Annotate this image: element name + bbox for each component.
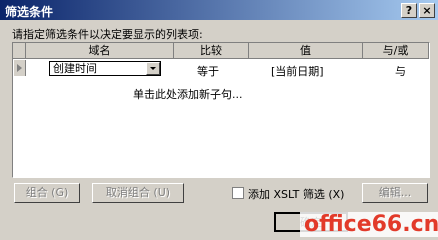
andor-cell[interactable]: 与: [395, 63, 406, 79]
filter-dialog: 筛选条件 ? × 请指定筛选条件以决定要显示的列表项: 域名 比较 值 与/或 …: [0, 0, 438, 240]
field-combo[interactable]: 创建时间: [49, 61, 161, 76]
dialog-title: 筛选条件: [5, 5, 54, 19]
condition-grid: 域名 比较 值 与/或 创建时间 等于 [当前日期] 与 单击此处添加新子句..…: [12, 42, 430, 178]
row-arrow-icon: [17, 64, 22, 72]
xslt-filter-label: 添加 XSLT 筛选 (X): [248, 188, 345, 201]
compare-cell[interactable]: 等于: [197, 63, 219, 79]
instructions-label: 请指定筛选条件以决定要显示的列表项:: [12, 28, 203, 41]
xslt-filter-checkbox[interactable]: [232, 187, 244, 199]
group-button[interactable]: 组合 (G): [14, 183, 80, 203]
col-value-header: 值: [249, 43, 363, 59]
title-bar: 筛选条件 ? ×: [0, 0, 438, 20]
value-cell[interactable]: [当前日期]: [271, 63, 324, 79]
add-clause-link[interactable]: 单击此处添加新子句...: [133, 86, 243, 102]
close-button[interactable]: ×: [419, 3, 435, 18]
edit-button[interactable]: 编辑...: [362, 183, 428, 203]
col-field-header: 域名: [26, 43, 174, 59]
chevron-down-icon[interactable]: [146, 62, 160, 75]
help-button[interactable]: ?: [401, 3, 417, 18]
row-selector[interactable]: [14, 60, 26, 76]
ungroup-button[interactable]: 取消组合 (U): [92, 183, 184, 203]
row-selector-header: [13, 43, 26, 59]
col-compare-header: 比较: [174, 43, 249, 59]
watermark-logo: office66.cn: [300, 212, 438, 237]
field-combo-value: 创建时间: [53, 62, 97, 75]
col-andor-header: 与/或: [363, 43, 429, 59]
